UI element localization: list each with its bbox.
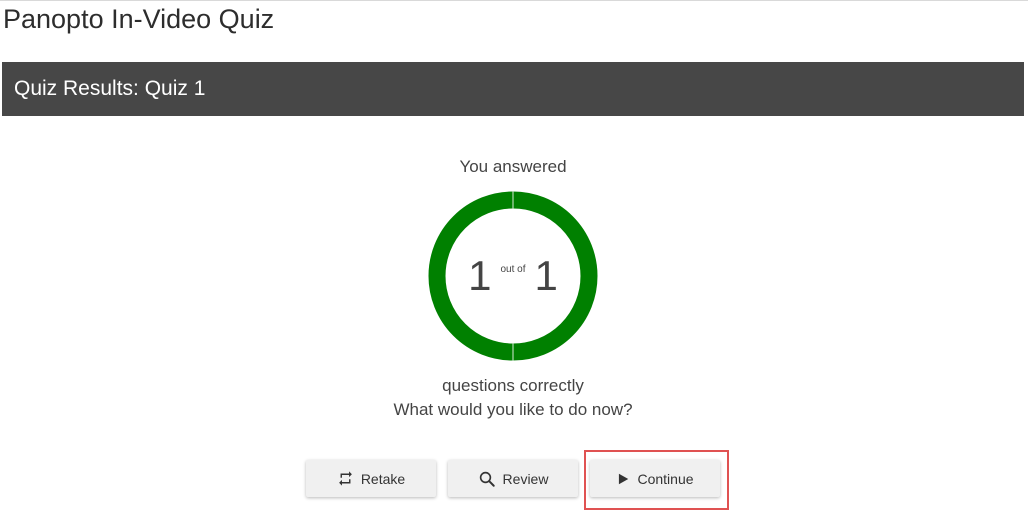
continue-button[interactable]: Continue: [590, 460, 720, 497]
correct-count: 1: [468, 252, 492, 299]
review-label: Review: [502, 470, 549, 487]
quiz-results-title: Quiz Results: Quiz 1: [14, 77, 206, 100]
quiz-results-header: Quiz Results: Quiz 1: [2, 62, 1024, 116]
out-of-label: out of: [500, 264, 526, 275]
total-count: 1: [534, 252, 558, 299]
page-title: Panopto In-Video Quiz: [3, 4, 275, 34]
score-text: 1 out of 1: [427, 190, 599, 362]
retake-label: Retake: [360, 470, 406, 487]
search-icon: [478, 470, 496, 488]
answered-label: You answered: [459, 157, 567, 176]
correct-label: questions correctly: [442, 376, 584, 395]
repeat-icon: [337, 470, 354, 487]
play-icon: [616, 472, 630, 486]
review-button[interactable]: Review: [448, 460, 578, 497]
next-action-prompt: What would you like to do now?: [393, 400, 633, 419]
score-ring: 1 out of 1: [427, 190, 599, 362]
retake-button[interactable]: Retake: [306, 460, 436, 497]
top-divider: [0, 0, 1028, 1]
continue-label: Continue: [637, 470, 694, 487]
